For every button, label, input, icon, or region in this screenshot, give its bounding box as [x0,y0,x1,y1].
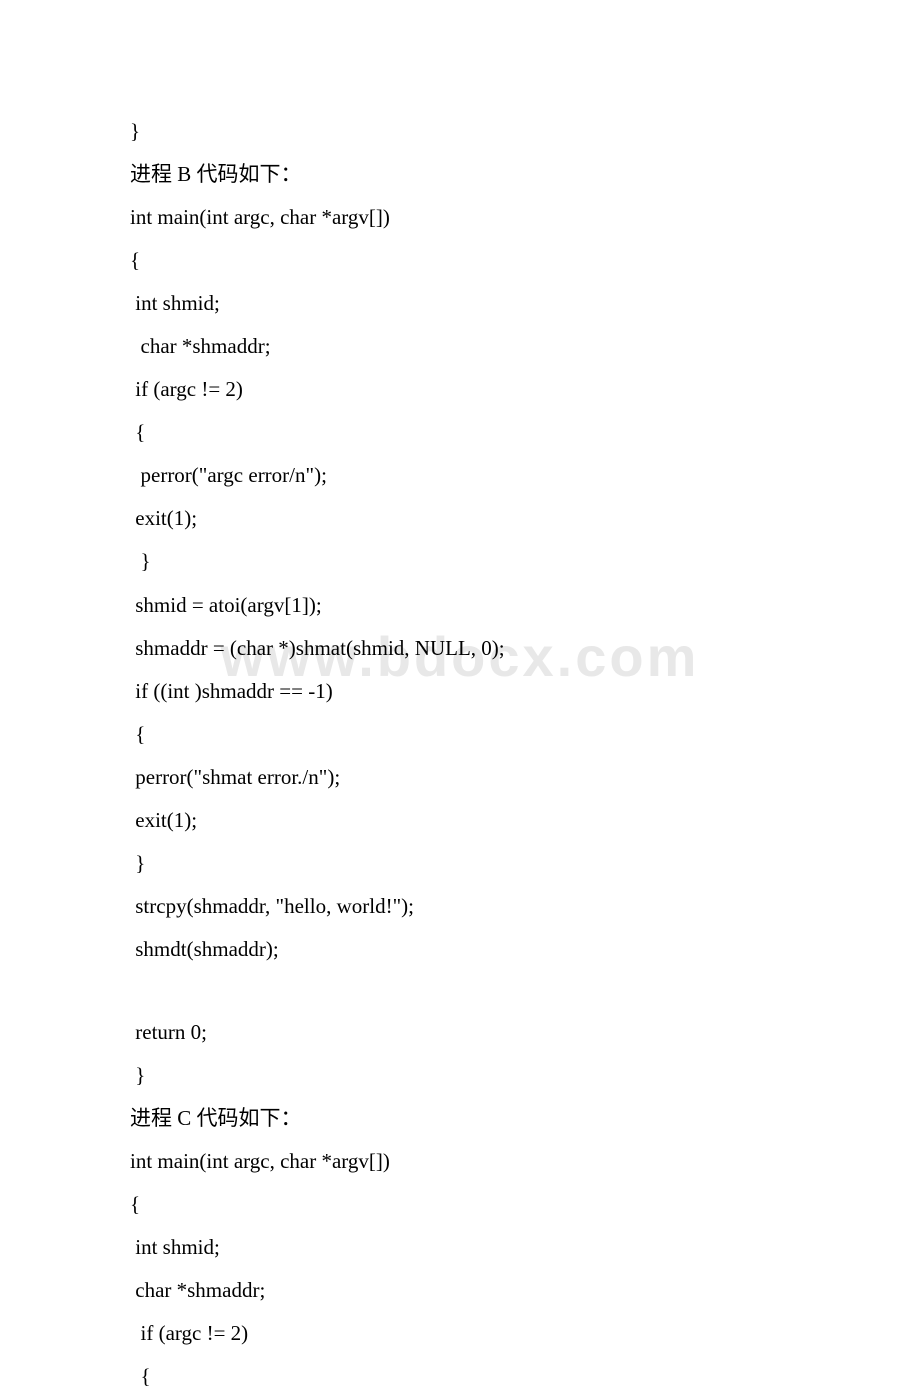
code-line: char *shmaddr; [130,325,790,368]
code-line: } [130,842,790,885]
code-line: { [130,1355,790,1398]
document-content: } 进程 B 代码如下： int main(int argc, char *ar… [130,110,790,1398]
code-line: shmdt(shmaddr); [130,928,790,971]
code-line: int main(int argc, char *argv[]) [130,1140,790,1183]
code-line: } [130,1054,790,1097]
code-line: shmaddr = (char *)shmat(shmid, NULL, 0); [130,627,790,670]
code-line: 进程 B 代码如下： [130,153,790,196]
code-line: 进程 C 代码如下： [130,1097,790,1140]
code-line: if (argc != 2) [130,368,790,411]
code-line: { [130,239,790,282]
code-line: if (argc != 2) [130,1312,790,1355]
code-line: exit(1); [130,497,790,540]
code-line: { [130,1183,790,1226]
code-line: int shmid; [130,1226,790,1269]
code-line: int main(int argc, char *argv[]) [130,196,790,239]
code-line: return 0; [130,1011,790,1054]
code-line: exit(1); [130,799,790,842]
blank-line [130,971,790,1011]
code-line: if ((int )shmaddr == -1) [130,670,790,713]
code-line: } [130,110,790,153]
code-line: int shmid; [130,282,790,325]
code-line: shmid = atoi(argv[1]); [130,584,790,627]
code-line: } [130,540,790,583]
code-line: perror("shmat error./n"); [130,756,790,799]
code-line: { [130,411,790,454]
code-line: { [130,713,790,756]
code-line: perror("argc error/n"); [130,454,790,497]
code-line: strcpy(shmaddr, "hello, world!"); [130,885,790,928]
code-line: char *shmaddr; [130,1269,790,1312]
